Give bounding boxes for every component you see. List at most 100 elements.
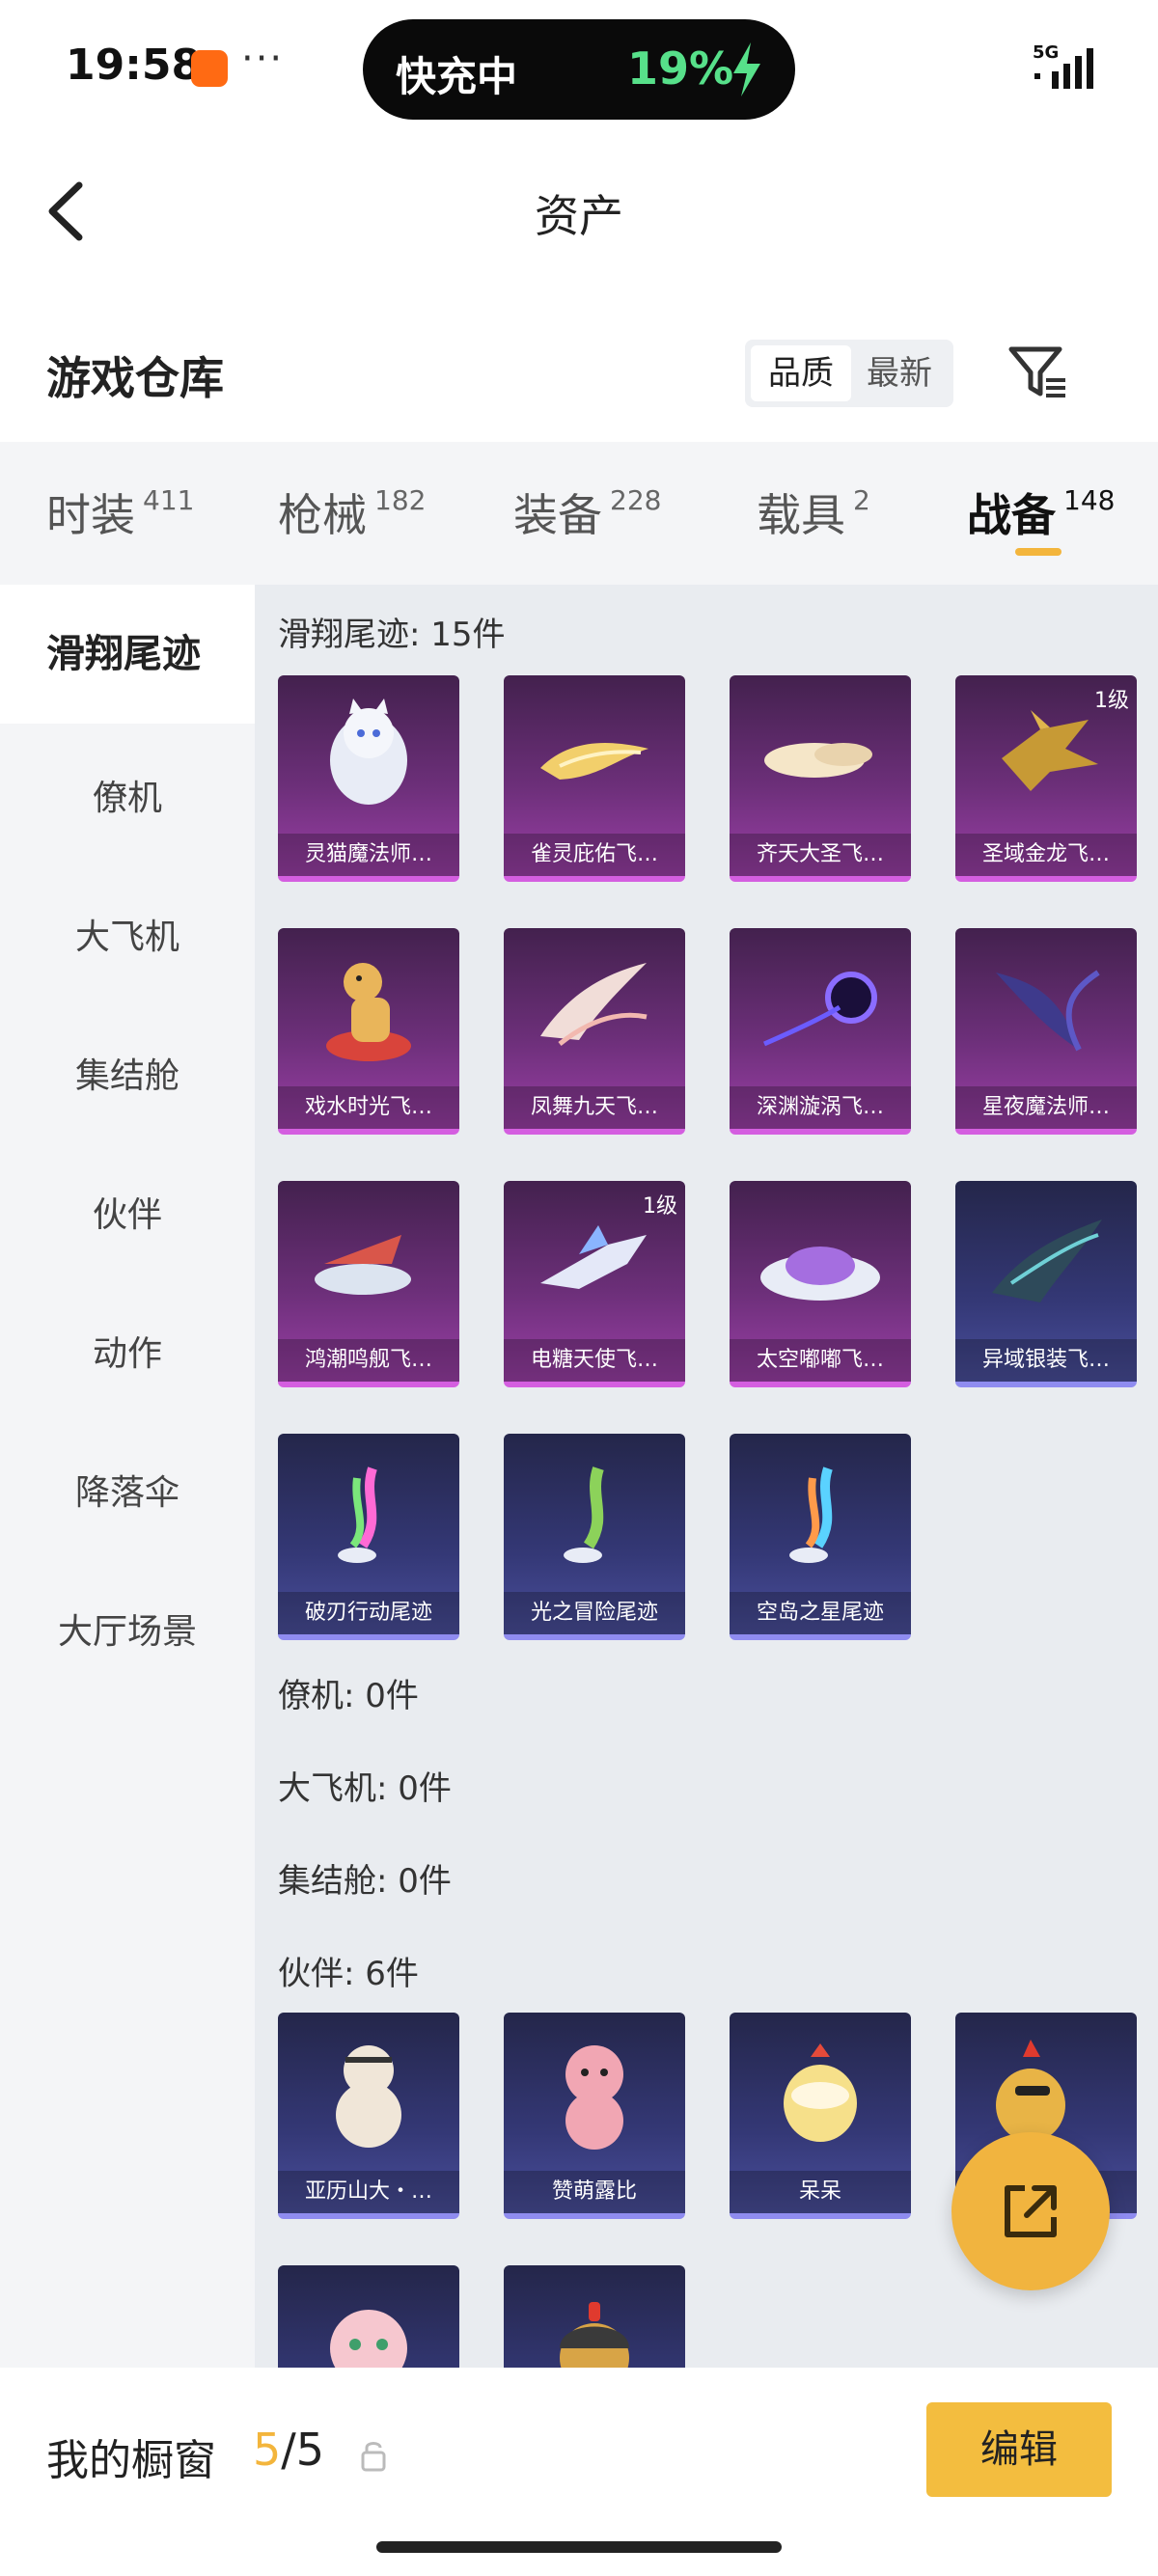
charging-label: 快充中: [396, 53, 518, 100]
tab-fashion[interactable]: 时装 411: [46, 480, 194, 544]
item-card[interactable]: 凤舞九天飞…: [504, 928, 685, 1135]
item-name: 深渊漩涡飞…: [730, 1086, 911, 1129]
item-card[interactable]: 太空嘟嘟飞…: [730, 1181, 911, 1387]
item-card[interactable]: 破刃行动尾迹: [278, 1434, 459, 1640]
item-art-tiger-partner: [336, 2045, 401, 2148]
sidebar-item-big-plane[interactable]: 大飞机: [0, 909, 255, 959]
item-name: 太空嘟嘟飞…: [730, 1339, 911, 1382]
item-art-cat: [330, 699, 407, 805]
item-art-jet: [540, 1225, 647, 1289]
item-list: 滑翔尾迹: 15件 灵猫魔法师… 雀灵庇佑飞… 齐天大圣飞… 1级 圣域金龙飞……: [255, 585, 1158, 2368]
tab-count: 228: [610, 484, 662, 516]
tab-label: 时装: [46, 489, 135, 541]
tab-count: 148: [1063, 484, 1116, 516]
item-card[interactable]: 星夜魔法师…: [955, 928, 1137, 1135]
showcase-count: 5/5: [253, 2424, 324, 2476]
sidebar-item-glide-trail[interactable]: 滑翔尾迹: [0, 585, 255, 724]
tab-combat-gear[interactable]: 战备 148: [967, 480, 1115, 544]
item-card[interactable]: 光之冒险尾迹: [504, 1434, 685, 1640]
item-card[interactable]: 异域银装飞…: [955, 1181, 1137, 1387]
item-art-smoke-trail: [789, 1466, 833, 1563]
item-art-cloud: [764, 743, 872, 778]
tab-equipment[interactable]: 装备 228: [513, 480, 661, 544]
item-art-giraffe: [326, 963, 411, 1061]
sidebar: 滑翔尾迹 僚机 大飞机 集结舱 伙伴 动作 降落伞 大厅场景: [0, 585, 255, 2368]
item-art-helmet-partner: [560, 2302, 629, 2368]
sidebar-item-partner[interactable]: 伙伴: [0, 1187, 255, 1237]
share-button[interactable]: [951, 2132, 1110, 2290]
tab-firearms[interactable]: 枪械 182: [278, 480, 426, 544]
tab-label: 战备: [967, 489, 1056, 541]
share-icon: [1005, 2185, 1057, 2237]
item-card[interactable]: [504, 2265, 685, 2368]
item-name: 光之冒险尾迹: [504, 1592, 685, 1634]
charging-pill: 快充中 19%: [363, 19, 795, 120]
item-card[interactable]: 灵猫魔法师…: [278, 675, 459, 882]
group-title-glide-trail: 滑翔尾迹: 15件: [278, 616, 506, 654]
tab-vehicles[interactable]: 载具 2: [757, 480, 870, 544]
item-card[interactable]: 1级 电糖天使飞…: [504, 1181, 685, 1387]
warehouse-title: 游戏仓库: [46, 352, 224, 404]
item-art-smoke-trail: [338, 1466, 377, 1563]
item-name: 亚历山大・…: [278, 2171, 459, 2213]
item-art-smoke-trail: [564, 1466, 604, 1563]
tab-count: 2: [853, 484, 870, 516]
tab-label: 枪械: [278, 489, 367, 541]
item-name: 雀灵庇佑飞…: [504, 834, 685, 876]
group-title-wingman: 僚机: 0件: [278, 1677, 419, 1715]
item-art-night-wings: [996, 970, 1100, 1052]
item-card[interactable]: 深渊漩涡飞…: [730, 928, 911, 1135]
edit-button[interactable]: 编辑: [926, 2402, 1112, 2497]
battery-percent: 19%: [627, 42, 734, 95]
item-name: 异域银装飞…: [955, 1339, 1137, 1382]
item-name: 空岛之星尾迹: [730, 1592, 911, 1634]
item-card[interactable]: 呆呆: [730, 2013, 911, 2219]
home-indicator[interactable]: [376, 2541, 782, 2553]
item-name: 呆呆: [730, 2171, 911, 2213]
item-card[interactable]: 鸿潮鸣舰飞…: [278, 1181, 459, 1387]
tab-label: 装备: [513, 489, 602, 541]
signal-icon: [1034, 48, 1093, 89]
sidebar-item-wingman[interactable]: 僚机: [0, 770, 255, 820]
sidebar-item-pod[interactable]: 集结舱: [0, 1048, 255, 1098]
filter-icon[interactable]: [1007, 343, 1069, 401]
item-card[interactable]: 雀灵庇佑飞…: [504, 675, 685, 882]
status-bar: 19:58 ··· 快充中 19% 5G: [0, 0, 1158, 135]
active-tab-indicator: [1015, 548, 1062, 556]
tab-label: 载具: [757, 489, 845, 541]
group-title-partner: 伙伴: 6件: [278, 1955, 419, 1993]
item-name: 赞萌露比: [504, 2171, 685, 2213]
bottom-bar: 我的橱窗 5/5 编辑: [0, 2368, 1158, 2576]
more-notifications-icon: ···: [241, 37, 285, 81]
item-card[interactable]: 1级 圣域金龙飞…: [955, 675, 1137, 882]
item-card[interactable]: [278, 2265, 459, 2368]
lock-icon: [361, 2442, 386, 2472]
showcase-total: /5: [281, 2424, 325, 2476]
sort-by-newest[interactable]: 最新: [849, 345, 950, 401]
showcase-current: 5: [253, 2424, 282, 2476]
category-tabs: 时装 411 枪械 182 装备 228 载具 2 战备 148: [0, 442, 1158, 585]
item-name: 圣域金龙飞…: [955, 834, 1137, 876]
sidebar-item-parachute[interactable]: 降落伞: [0, 1465, 255, 1515]
tab-count: 182: [374, 484, 427, 516]
sidebar-item-lobby-scene[interactable]: 大厅场景: [0, 1603, 255, 1654]
sidebar-item-emote[interactable]: 动作: [0, 1326, 255, 1376]
item-card[interactable]: 赞萌露比: [504, 2013, 685, 2219]
item-art-pink-partner: [330, 2310, 407, 2368]
app-notification-icon: [191, 50, 228, 87]
status-time: 19:58: [66, 41, 202, 90]
item-name: 戏水时光飞…: [278, 1086, 459, 1129]
item-card[interactable]: 戏水时光飞…: [278, 928, 459, 1135]
item-name: 电糖天使飞…: [504, 1339, 685, 1382]
item-card[interactable]: 空岛之星尾迹: [730, 1434, 911, 1640]
item-name: 星夜魔法师…: [955, 1086, 1137, 1129]
item-art-pink-bear: [565, 2045, 623, 2150]
item-card[interactable]: 齐天大圣飞…: [730, 675, 911, 882]
item-card[interactable]: 亚历山大・…: [278, 2013, 459, 2219]
page-title: 资产: [535, 190, 623, 242]
item-art-ship: [315, 1235, 411, 1295]
group-title-pod: 集结舱: 0件: [278, 1862, 452, 1901]
item-art-ufo: [760, 1247, 880, 1301]
sort-by-quality[interactable]: 品质: [751, 345, 851, 401]
tab-count: 411: [143, 484, 195, 516]
